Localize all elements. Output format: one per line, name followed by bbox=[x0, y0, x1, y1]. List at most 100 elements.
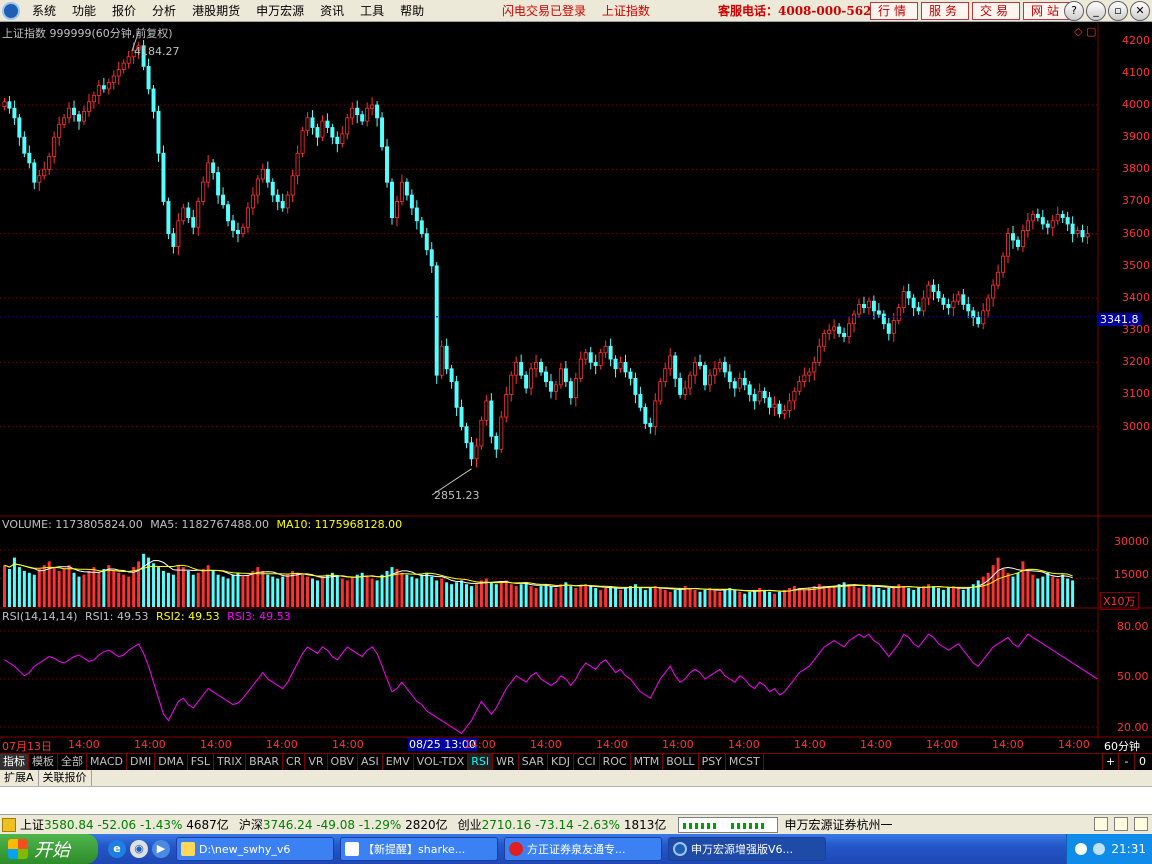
tab-template[interactable]: 模板 bbox=[29, 754, 58, 770]
close-icon[interactable]: ✕ bbox=[1130, 1, 1150, 21]
candle-body bbox=[345, 117, 350, 135]
volume-bar bbox=[777, 591, 781, 607]
volume-bar bbox=[723, 589, 727, 607]
zero-button[interactable]: 0 bbox=[1134, 754, 1150, 770]
volume-bar bbox=[892, 586, 896, 607]
menu-info[interactable]: 资讯 bbox=[312, 0, 352, 22]
volume-bar bbox=[584, 584, 588, 607]
tab-extension-a[interactable]: 扩展A bbox=[0, 770, 39, 786]
menu-function[interactable]: 功能 bbox=[64, 0, 104, 22]
candle-body bbox=[1040, 217, 1045, 225]
volume-bar bbox=[420, 574, 424, 607]
task-explorer[interactable]: D:\new_swhy_v6 bbox=[176, 837, 334, 861]
tab-trix[interactable]: TRIX bbox=[214, 754, 247, 770]
volume-bar bbox=[623, 588, 627, 607]
tab-roc[interactable]: ROC bbox=[600, 754, 631, 770]
tab-all[interactable]: 全部 bbox=[58, 754, 87, 770]
menu-tools[interactable]: 工具 bbox=[352, 0, 392, 22]
volume-bar bbox=[514, 586, 518, 607]
volume-bar bbox=[271, 576, 275, 607]
task-swhy[interactable]: 申万宏源增强版V6... bbox=[668, 837, 826, 861]
antenna-icon[interactable] bbox=[1114, 817, 1128, 831]
media-icon[interactable]: ▶ bbox=[152, 840, 170, 858]
tab-emv[interactable]: EMV bbox=[383, 754, 414, 770]
tab-asi[interactable]: ASI bbox=[358, 754, 383, 770]
help-icon[interactable]: ? bbox=[1064, 1, 1084, 21]
candle-body bbox=[1085, 233, 1090, 238]
menu-swhy[interactable]: 申万宏源 bbox=[248, 0, 312, 22]
candle-body bbox=[911, 297, 916, 309]
candle-body bbox=[986, 297, 991, 312]
plus-button[interactable]: + bbox=[1102, 754, 1118, 770]
task-founder[interactable]: 方正证券泉友通专... bbox=[504, 837, 662, 861]
tab-related-quote[interactable]: 关联报价 bbox=[39, 770, 92, 786]
tab-cci[interactable]: CCI bbox=[574, 754, 600, 770]
minus-button[interactable]: - bbox=[1118, 754, 1134, 770]
chart-corner-icons[interactable]: ◇ ▢ bbox=[1074, 25, 1096, 38]
tab-indicator[interactable]: 指标 bbox=[0, 754, 29, 770]
cy-index[interactable]: 创业2710.16 -73.14 -2.63% 1813亿 bbox=[458, 816, 667, 833]
restore-icon[interactable]: ▫ bbox=[1108, 1, 1128, 21]
volume-bar bbox=[693, 589, 697, 607]
tab-kdj[interactable]: KDJ bbox=[548, 754, 574, 770]
ie-icon[interactable]: e bbox=[108, 840, 126, 858]
service-button[interactable]: 服务 bbox=[921, 2, 969, 20]
candle-body bbox=[340, 133, 345, 144]
tab-obv[interactable]: OBV bbox=[328, 754, 358, 770]
tab-vol-tdx[interactable]: VOL-TDX bbox=[414, 754, 469, 770]
tab-mtm[interactable]: MTM bbox=[631, 754, 664, 770]
lock-icon[interactable] bbox=[1134, 817, 1148, 831]
tab-dma[interactable]: DMA bbox=[155, 754, 188, 770]
windows-flag-icon bbox=[8, 839, 28, 859]
tab-brar[interactable]: BRAR bbox=[246, 754, 284, 770]
volume-bar bbox=[315, 580, 319, 607]
chrome-icon[interactable]: ◉ bbox=[130, 840, 148, 858]
candle-body bbox=[782, 410, 787, 415]
volume-bar bbox=[698, 591, 702, 607]
menu-quote[interactable]: 报价 bbox=[104, 0, 144, 22]
volume-bar bbox=[291, 570, 295, 607]
hs-index[interactable]: 沪深3746.24 -49.08 -1.29% 2820亿 bbox=[239, 816, 448, 833]
tab-macd[interactable]: MACD bbox=[87, 754, 127, 770]
diamond-icon[interactable]: ◇ bbox=[1074, 25, 1082, 38]
candle-body bbox=[72, 107, 77, 116]
tab-psy[interactable]: PSY bbox=[699, 754, 726, 770]
candle-body bbox=[186, 207, 191, 218]
market-button[interactable]: 行情 bbox=[870, 2, 918, 20]
menu-analysis[interactable]: 分析 bbox=[144, 0, 184, 22]
volume-bar bbox=[673, 589, 677, 607]
sh-index[interactable]: 上证3580.84 -52.06 -1.43% 4687亿 bbox=[20, 816, 229, 833]
volume-bar bbox=[335, 576, 339, 607]
tab-fsl[interactable]: FSL bbox=[188, 754, 214, 770]
start-button[interactable]: 开始 bbox=[0, 834, 98, 864]
tab-dmi[interactable]: DMI bbox=[127, 754, 156, 770]
tab-vr[interactable]: VR bbox=[305, 754, 328, 770]
kline-chart-svg[interactable] bbox=[0, 23, 1152, 739]
menu-hk-futures[interactable]: 港股期货 bbox=[184, 0, 248, 22]
menu-system[interactable]: 系统 bbox=[24, 0, 64, 22]
tab-sar[interactable]: SAR bbox=[519, 754, 549, 770]
tab-mcst[interactable]: MCST bbox=[726, 754, 764, 770]
minimize-icon[interactable]: _ bbox=[1086, 1, 1106, 21]
shield-icon[interactable] bbox=[1093, 843, 1106, 855]
tab-cr[interactable]: CR bbox=[283, 754, 306, 770]
trade-button[interactable]: 交易 bbox=[972, 2, 1020, 20]
period-label[interactable]: 60分钟 bbox=[1104, 738, 1140, 754]
task-browser[interactable]: 【新提醒】sharke... bbox=[340, 837, 498, 861]
volume-bar bbox=[802, 589, 806, 607]
volume-bar bbox=[345, 580, 349, 607]
tab-wr[interactable]: WR bbox=[493, 754, 519, 770]
sh-pct: -1.43% bbox=[139, 818, 183, 832]
menu-help[interactable]: 帮助 bbox=[392, 0, 432, 22]
candle-body bbox=[832, 326, 837, 331]
window-icon[interactable]: ▢ bbox=[1086, 25, 1096, 38]
tab-rsi[interactable]: RSI bbox=[468, 754, 494, 770]
tab-boll[interactable]: BOLL bbox=[663, 754, 699, 770]
volume-bar bbox=[330, 572, 334, 607]
volume-bar bbox=[922, 586, 926, 607]
notepad-icon[interactable] bbox=[1094, 817, 1108, 831]
tray-arrow-icon[interactable] bbox=[1075, 843, 1088, 855]
candle-body bbox=[926, 284, 931, 299]
chart-area[interactable]: 上证指数 999999(60分钟,前复权) ◇ ▢ 4184.27 2851.2… bbox=[0, 23, 1152, 753]
volume-bar bbox=[832, 586, 836, 607]
